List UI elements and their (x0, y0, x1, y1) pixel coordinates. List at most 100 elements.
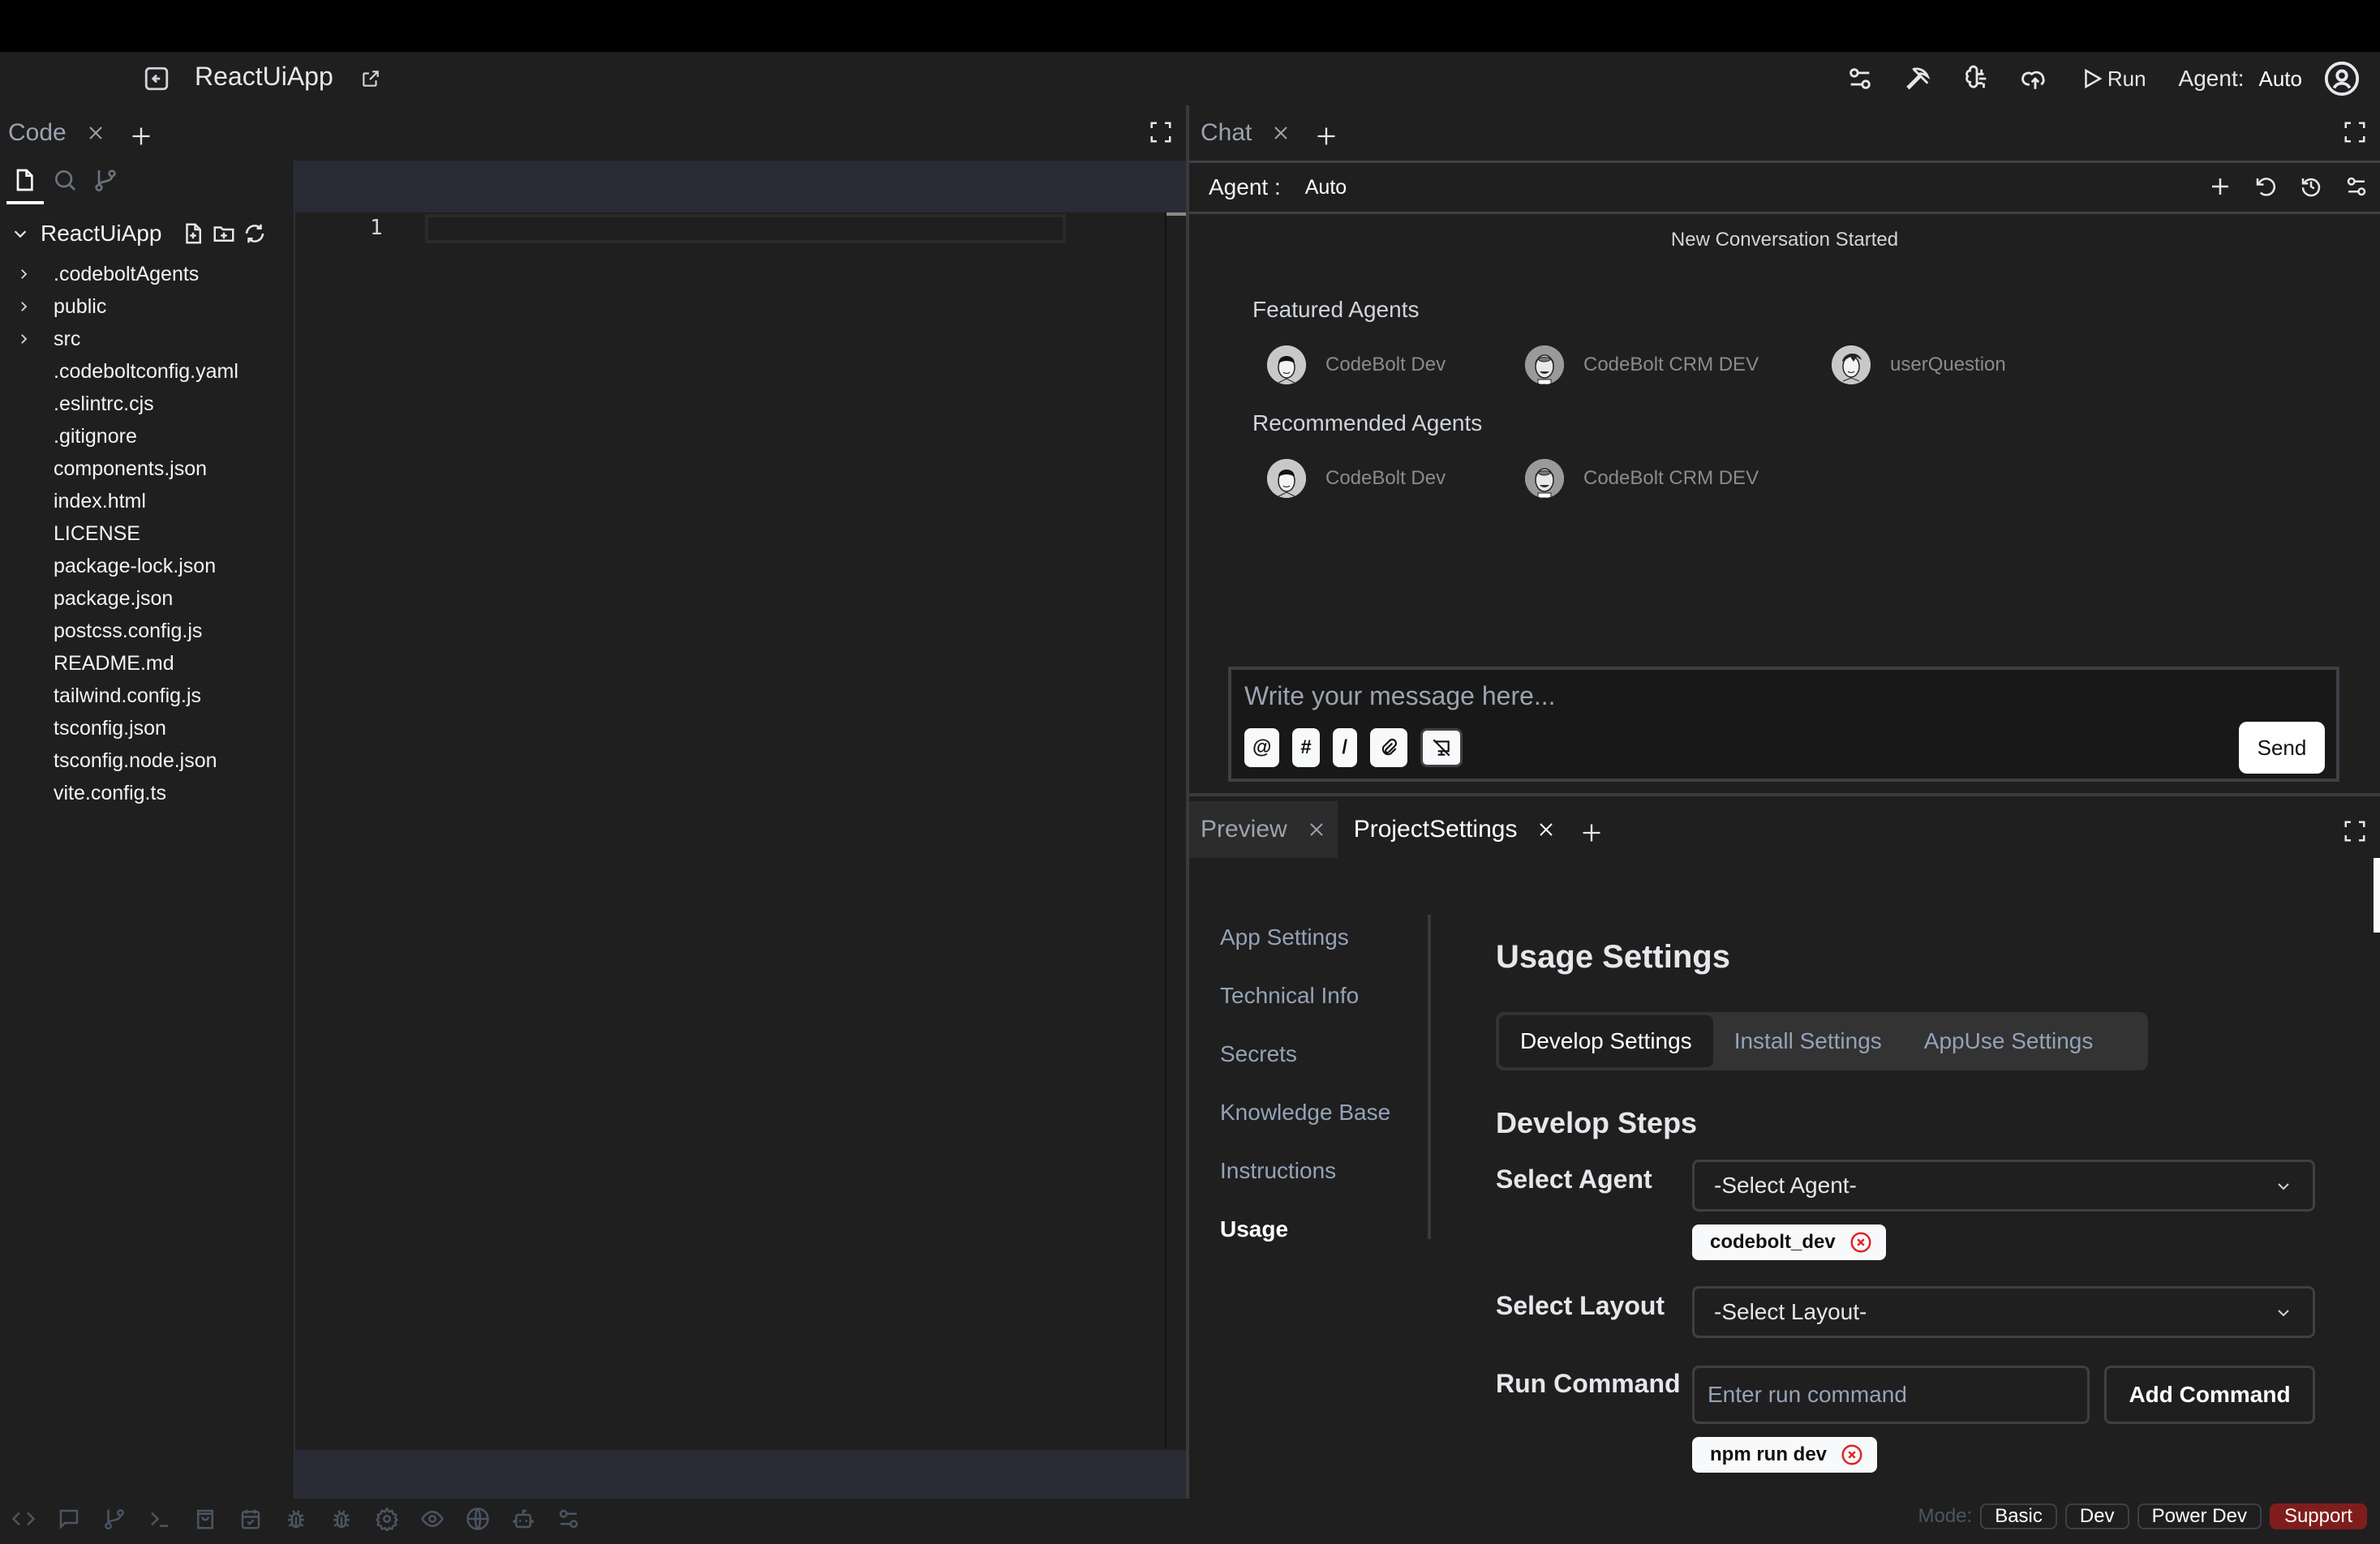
code-icon[interactable] (11, 1507, 36, 1533)
close-icon[interactable] (1536, 820, 1556, 839)
code-editor[interactable]: 1 (294, 161, 1188, 1499)
message-input[interactable]: Write your message here... @ # / Send (1228, 667, 2339, 782)
settings-icon[interactable] (375, 1507, 399, 1533)
tree-file[interactable]: tsconfig.node.json (0, 744, 292, 777)
tree-folder[interactable]: .codeboltAgents (0, 258, 292, 290)
tree-file[interactable]: README.md (0, 647, 292, 680)
add-tab-icon[interactable] (130, 125, 153, 148)
select-agent-dropdown[interactable]: -Select Agent- (1692, 1160, 2315, 1212)
files-icon[interactable] (11, 167, 37, 195)
settings-nav-item[interactable]: Usage (1220, 1200, 1423, 1259)
new-file-icon[interactable] (181, 221, 205, 246)
terminal-icon[interactable] (148, 1507, 172, 1533)
tree-file[interactable]: tsconfig.json (0, 712, 292, 744)
settings-nav-item[interactable]: App Settings (1220, 908, 1423, 967)
tab-code[interactable]: Code (8, 119, 67, 147)
sliders-icon[interactable] (2344, 174, 2369, 199)
pickaxe-icon[interactable] (1905, 65, 1932, 92)
settings-segment-tab[interactable]: AppUse Settings (1903, 1015, 2115, 1067)
tab-chat[interactable]: Chat (1201, 119, 1252, 147)
root-folder-row[interactable]: ReactUiApp (11, 216, 267, 251)
send-button[interactable]: Send (2239, 722, 2325, 774)
git-branch-icon[interactable] (102, 1507, 127, 1533)
tree-file[interactable]: vite.config.ts (0, 777, 292, 809)
agent-selector[interactable]: Auto (2259, 66, 2303, 92)
settings-nav-item[interactable]: Instructions (1220, 1142, 1423, 1200)
agent-card[interactable]: CodeBolt Dev (1267, 459, 1446, 498)
support-button[interactable]: Support (2269, 1503, 2367, 1529)
shopping-bag-icon[interactable] (193, 1507, 217, 1533)
settings-segment-tab[interactable]: Develop Settings (1499, 1015, 1713, 1067)
git-branch-icon[interactable] (92, 167, 118, 195)
expand-icon[interactable] (2343, 120, 2367, 144)
tree-file[interactable]: .eslintrc.cjs (0, 388, 292, 420)
tree-file[interactable]: package-lock.json (0, 550, 292, 582)
sliders-icon[interactable] (556, 1507, 581, 1533)
search-icon[interactable] (52, 167, 78, 195)
editor-scrollbar-thumb[interactable] (1166, 212, 1188, 216)
agent-card[interactable]: CodeBolt CRM DEV (1525, 345, 1759, 384)
editor-scrollbar-track[interactable] (1165, 212, 1166, 1448)
settings-segment-tab[interactable]: Install Settings (1713, 1015, 1903, 1067)
add-tab-icon[interactable] (1315, 125, 1338, 148)
globe-icon[interactable] (466, 1507, 490, 1533)
agent-card[interactable]: userQuestion (1832, 345, 2006, 384)
tree-file[interactable]: components.json (0, 452, 292, 485)
attach-button[interactable] (1369, 728, 1407, 767)
chevron-down-icon[interactable] (11, 225, 29, 242)
add-command-button[interactable]: Add Command (2104, 1366, 2315, 1424)
tree-file[interactable]: .codeboltconfig.yaml (0, 355, 292, 388)
reset-icon[interactable] (2253, 174, 2278, 199)
remove-chip-icon[interactable] (1849, 1230, 1873, 1254)
sliders-icon[interactable] (1846, 65, 1874, 92)
tree-file[interactable]: postcss.config.js (0, 615, 292, 647)
external-link-icon[interactable] (360, 68, 381, 89)
back-icon[interactable] (143, 65, 170, 92)
calendar-check-icon[interactable] (238, 1507, 263, 1533)
tree-file[interactable]: .gitignore (0, 420, 292, 452)
expand-icon[interactable] (2343, 819, 2367, 843)
close-icon[interactable] (86, 123, 105, 143)
tree-file[interactable]: tailwind.config.js (0, 680, 292, 712)
settings-scrollbar[interactable] (2374, 858, 2380, 933)
remove-chip-icon[interactable] (1840, 1443, 1864, 1467)
select-layout-dropdown[interactable]: -Select Layout- (1692, 1286, 2315, 1338)
agent-card[interactable]: CodeBolt CRM DEV (1525, 459, 1759, 498)
expand-icon[interactable] (1149, 120, 1173, 144)
panel-resize-handle-horizontal[interactable] (1189, 793, 2380, 796)
bug-icon[interactable] (284, 1507, 308, 1533)
mode-dev-button[interactable]: Dev (2064, 1503, 2129, 1529)
close-icon[interactable] (1271, 123, 1291, 143)
tab-project-settings[interactable]: ProjectSettings (1338, 801, 1615, 858)
close-icon[interactable] (1307, 820, 1326, 839)
hashtag-button[interactable]: # (1292, 728, 1320, 767)
agent-card[interactable]: CodeBolt Dev (1267, 345, 1446, 384)
tree-folder[interactable]: src (0, 323, 292, 355)
refresh-icon[interactable] (243, 221, 267, 246)
eye-icon[interactable] (420, 1507, 445, 1533)
user-avatar-icon[interactable] (2323, 60, 2361, 97)
tree-file[interactable]: package.json (0, 582, 292, 615)
run-command-input[interactable]: Enter run command (1692, 1366, 2090, 1424)
new-chat-icon[interactable] (2208, 174, 2232, 199)
new-folder-icon[interactable] (212, 221, 236, 246)
mode-power-dev-button[interactable]: Power Dev (2137, 1503, 2262, 1529)
tab-preview[interactable]: Preview (1189, 801, 1338, 858)
bot-icon[interactable] (511, 1507, 535, 1533)
mention-button[interactable]: @ (1244, 728, 1280, 767)
mode-basic-button[interactable]: Basic (1980, 1503, 2057, 1529)
tree-file[interactable]: LICENSE (0, 517, 292, 550)
tree-file[interactable]: index.html (0, 485, 292, 517)
chat-agent-selector[interactable]: Auto (1305, 176, 1347, 199)
settings-nav-item[interactable]: Technical Info (1220, 967, 1423, 1025)
add-tab-icon[interactable] (1580, 821, 1603, 844)
tree-folder[interactable]: public (0, 290, 292, 323)
brain-icon[interactable] (1963, 65, 1991, 92)
history-icon[interactable] (2299, 174, 2323, 199)
cloud-upload-icon[interactable] (2021, 65, 2049, 92)
chat-icon[interactable] (57, 1507, 81, 1533)
settings-nav-item[interactable]: Knowledge Base (1220, 1083, 1423, 1142)
settings-nav-item[interactable]: Secrets (1220, 1025, 1423, 1083)
bug-alt-icon[interactable] (329, 1507, 354, 1533)
command-button[interactable]: / (1332, 728, 1357, 767)
